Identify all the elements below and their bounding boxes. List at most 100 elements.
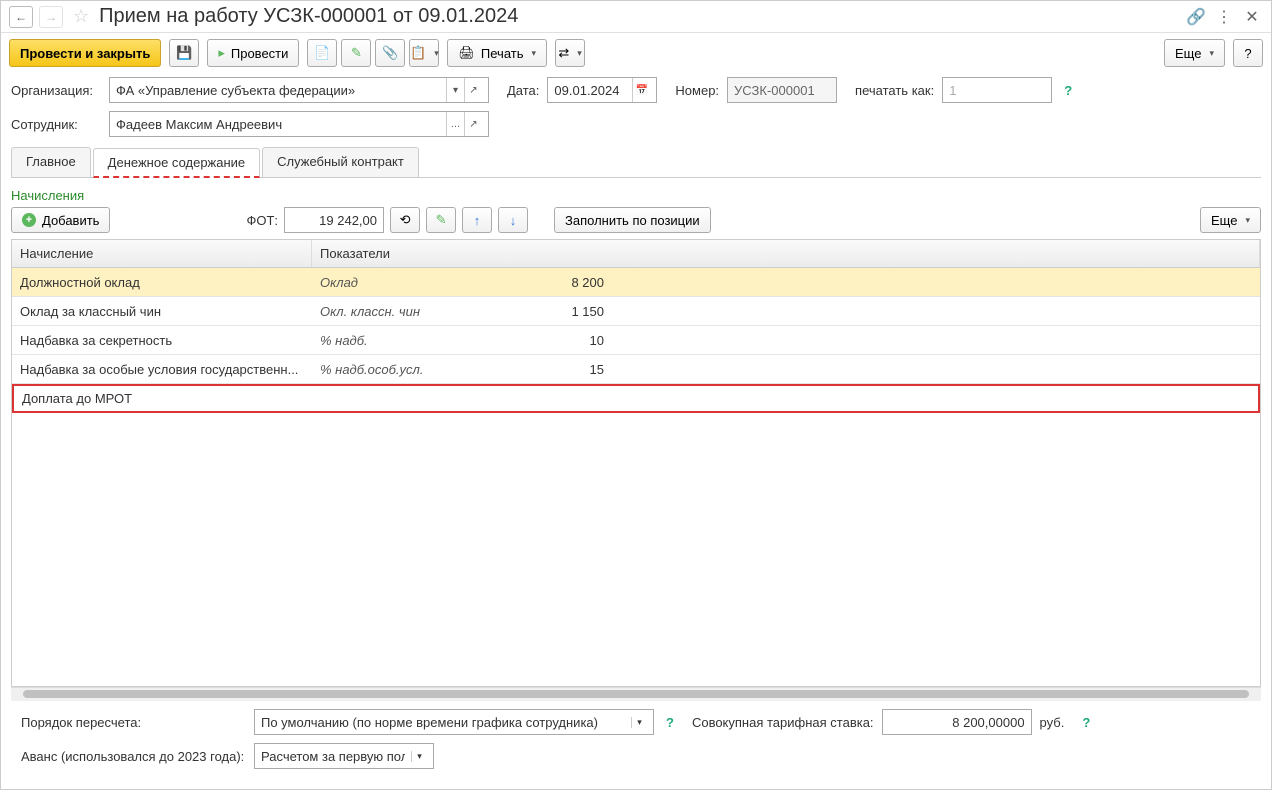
main-toolbar: Провести и закрыть 💾 ▸Провести 📄 ✎ 📎 📋▾ … bbox=[1, 33, 1271, 73]
advance-label: Аванс (использовался до 2023 года): bbox=[21, 749, 246, 764]
titlebar: ← → ☆ Прием на работу УСЗК-000001 от 09.… bbox=[1, 1, 1271, 33]
export-button[interactable]: ⇄▾ bbox=[555, 39, 585, 67]
fot-label: ФОТ: bbox=[246, 213, 278, 228]
link-icon[interactable]: 🔗 bbox=[1185, 6, 1207, 28]
chevron-down-icon: ▾ bbox=[577, 48, 582, 59]
cell-name: Оклад за классный чин bbox=[12, 300, 312, 323]
tab-contract[interactable]: Служебный контракт bbox=[262, 147, 419, 177]
calendar-icon[interactable]: 📅 bbox=[632, 78, 650, 102]
doc-icon-button[interactable]: 📄 bbox=[307, 39, 337, 67]
help-icon[interactable]: ? bbox=[1082, 715, 1090, 730]
open-icon[interactable]: ↗ bbox=[464, 112, 482, 136]
table-row[interactable]: Должностной окладОклад8 200 bbox=[12, 268, 1260, 297]
kebab-menu-icon[interactable]: ⋮ bbox=[1213, 6, 1235, 28]
move-up-button[interactable]: ↑ bbox=[462, 207, 492, 233]
print-as-label: печатать как: bbox=[855, 83, 934, 98]
tab-main[interactable]: Главное bbox=[11, 147, 91, 177]
chevron-down-icon[interactable]: ▾ bbox=[411, 751, 427, 762]
section-more-button[interactable]: Еще▾ bbox=[1200, 207, 1261, 233]
accruals-table: Начисление Показатели Должностной окладО… bbox=[11, 239, 1261, 687]
refresh-button[interactable]: ⟲ bbox=[390, 207, 420, 233]
accruals-section: Начисления +Добавить ФОТ: 19 242,00 ⟲ ✎ … bbox=[1, 178, 1271, 789]
table-row[interactable]: Надбавка за особые условия государственн… bbox=[12, 355, 1260, 384]
form-row-org: Организация: ФА «Управление субъекта фед… bbox=[1, 73, 1271, 107]
date-label: Дата: bbox=[507, 83, 539, 98]
chevron-down-icon: ▾ bbox=[1209, 48, 1214, 59]
close-icon[interactable]: ✕ bbox=[1241, 6, 1263, 28]
org-field[interactable]: ФА «Управление субъекта федерации» ▾ ↗ bbox=[109, 77, 489, 103]
horizontal-scrollbar[interactable] bbox=[11, 687, 1261, 701]
help-icon: ? bbox=[1244, 46, 1251, 61]
help-button[interactable]: ? bbox=[1233, 39, 1263, 67]
page-title: Прием на работу УСЗК-000001 от 09.01.202… bbox=[99, 5, 1179, 28]
ellipsis-icon[interactable]: … bbox=[446, 112, 464, 136]
dropdown-icon[interactable]: ▾ bbox=[446, 78, 464, 102]
cell-indicator bbox=[314, 395, 494, 403]
cell-value: 1 150 bbox=[492, 300, 612, 323]
cell-name: Должностной оклад bbox=[12, 271, 312, 294]
cell-indicator: % надб. bbox=[312, 329, 492, 352]
col-accrual[interactable]: Начисление bbox=[12, 240, 312, 267]
chevron-down-icon: ▾ bbox=[434, 48, 439, 59]
refresh-icon: ⟲ bbox=[400, 212, 411, 228]
pencil-icon: ✎ bbox=[436, 212, 447, 228]
template-button[interactable]: 📋▾ bbox=[409, 39, 439, 67]
nav-forward-button[interactable]: → bbox=[39, 6, 63, 28]
edit-icon-button[interactable]: ✎ bbox=[341, 39, 371, 67]
attach-button[interactable]: 📎 bbox=[375, 39, 405, 67]
num-field: УСЗК-000001 bbox=[727, 77, 837, 103]
emp-field[interactable]: Фадеев Максим Андреевич … ↗ bbox=[109, 111, 489, 137]
tab-salary[interactable]: Денежное содержание bbox=[93, 148, 260, 178]
rate-label: Совокупная тарифная ставка: bbox=[692, 715, 874, 730]
print-button[interactable]: 🖨Печать▾ bbox=[447, 39, 547, 67]
recalc-select[interactable]: По умолчанию (по норме времени графика с… bbox=[254, 709, 654, 735]
add-button[interactable]: +Добавить bbox=[11, 207, 110, 233]
table-row[interactable]: Надбавка за секретность% надб.10 bbox=[12, 326, 1260, 355]
fill-by-position-button[interactable]: Заполнить по позиции bbox=[554, 207, 711, 233]
paperclip-icon: 📎 bbox=[382, 45, 398, 61]
cell-indicator: Окл. классн. чин bbox=[312, 300, 492, 323]
move-down-button[interactable]: ↓ bbox=[498, 207, 528, 233]
document-icon: 📄 bbox=[314, 45, 330, 61]
emp-label: Сотрудник: bbox=[11, 117, 101, 132]
edit-row-button[interactable]: ✎ bbox=[426, 207, 456, 233]
arrow-up-icon: ↑ bbox=[474, 213, 481, 228]
plus-icon: + bbox=[22, 213, 36, 227]
fot-field[interactable]: 19 242,00 bbox=[284, 207, 384, 233]
rate-field[interactable]: 8 200,00000 bbox=[882, 709, 1032, 735]
export-icon: ⇄ bbox=[558, 45, 569, 61]
more-button[interactable]: Еще▾ bbox=[1164, 39, 1225, 67]
cell-name: Надбавка за секретность bbox=[12, 329, 312, 352]
advance-select[interactable]: Расчетом за первую поло ▾ bbox=[254, 743, 434, 769]
pencil-icon: ✎ bbox=[351, 45, 362, 61]
table-row[interactable]: Доплата до МРОТ bbox=[12, 384, 1260, 413]
chevron-down-icon[interactable]: ▾ bbox=[631, 717, 647, 728]
col-indicators[interactable]: Показатели bbox=[312, 240, 1260, 267]
save-icon: 💾 bbox=[176, 45, 192, 61]
help-icon[interactable]: ? bbox=[666, 715, 674, 730]
cell-value: 15 bbox=[492, 358, 612, 381]
printer-icon: 🖨 bbox=[458, 45, 475, 61]
post-button[interactable]: ▸Провести bbox=[207, 39, 299, 67]
chevron-down-icon: ▾ bbox=[532, 48, 537, 59]
table-row[interactable]: Оклад за классный чинОкл. классн. чин1 1… bbox=[12, 297, 1260, 326]
section-title: Начисления bbox=[11, 188, 1261, 203]
post-and-close-button[interactable]: Провести и закрыть bbox=[9, 39, 161, 67]
cell-value bbox=[494, 395, 614, 403]
template-icon: 📋 bbox=[410, 45, 426, 61]
cell-name: Надбавка за особые условия государственн… bbox=[12, 358, 312, 381]
footer: Порядок пересчета: По умолчанию (по норм… bbox=[11, 701, 1261, 785]
open-icon[interactable]: ↗ bbox=[464, 78, 482, 102]
num-label: Номер: bbox=[675, 83, 719, 98]
form-row-emp: Сотрудник: Фадеев Максим Андреевич … ↗ bbox=[1, 107, 1271, 141]
chevron-down-icon: ▾ bbox=[1245, 215, 1250, 226]
date-field[interactable]: 09.01.2024 📅 bbox=[547, 77, 657, 103]
rate-unit: руб. bbox=[1040, 715, 1065, 730]
help-icon[interactable]: ? bbox=[1064, 83, 1072, 98]
cell-value: 10 bbox=[492, 329, 612, 352]
save-button[interactable]: 💾 bbox=[169, 39, 199, 67]
print-as-field[interactable]: 1 bbox=[942, 77, 1052, 103]
section-toolbar: +Добавить ФОТ: 19 242,00 ⟲ ✎ ↑ ↓ Заполни… bbox=[11, 207, 1261, 233]
nav-back-button[interactable]: ← bbox=[9, 6, 33, 28]
favorite-star-icon[interactable]: ☆ bbox=[73, 6, 89, 27]
